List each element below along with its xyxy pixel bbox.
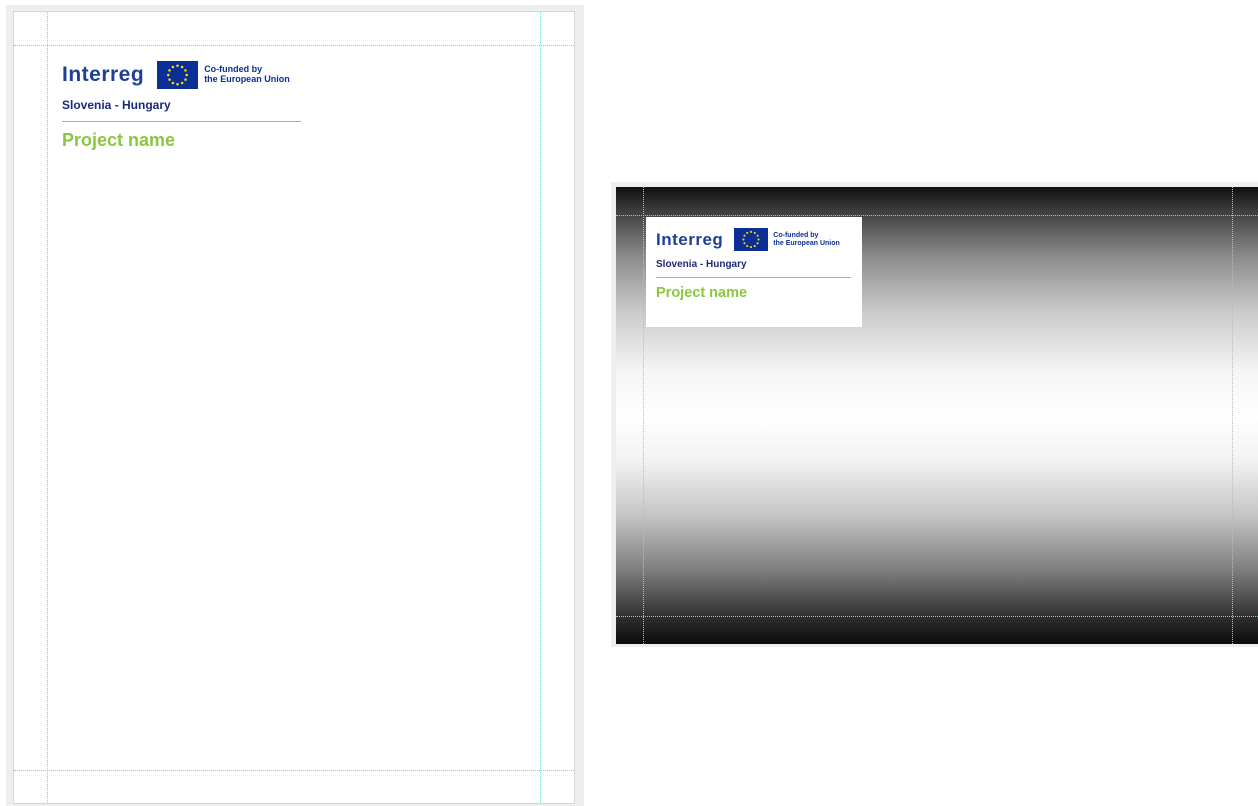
eu-star bbox=[184, 69, 187, 72]
guide-bottom bbox=[14, 770, 574, 771]
eu-flag-icon bbox=[734, 228, 769, 251]
eu-star bbox=[168, 69, 171, 72]
eu-star bbox=[754, 231, 757, 234]
eu-star bbox=[181, 81, 184, 85]
eu-star bbox=[746, 245, 749, 248]
project-name-title[interactable]: Project name bbox=[62, 130, 302, 151]
cofund-label: Co-funded by the European Union bbox=[204, 64, 290, 85]
cofund-line-2: the European Union bbox=[773, 239, 840, 247]
eu-star bbox=[176, 64, 179, 68]
logo-row: Interreg Co-funded by the European Union bbox=[62, 61, 302, 89]
eu-star bbox=[750, 246, 753, 249]
eu-star bbox=[181, 65, 184, 69]
eu-star bbox=[746, 231, 749, 234]
guide-left bbox=[643, 187, 644, 644]
region-title: Slovenia - Hungary bbox=[656, 259, 747, 270]
eu-star bbox=[168, 78, 171, 81]
logo-row: Interreg Co-funded by the European Union bbox=[656, 228, 852, 251]
guide-right bbox=[1232, 187, 1233, 644]
guide-left bbox=[47, 12, 48, 803]
guide-top bbox=[14, 45, 574, 46]
canvas: Interreg Co-funded by the European Union… bbox=[0, 0, 1258, 806]
eu-star bbox=[742, 238, 745, 241]
eu-star bbox=[743, 242, 746, 245]
eu-star bbox=[171, 81, 175, 85]
header-divider bbox=[656, 277, 851, 278]
eu-star bbox=[754, 245, 757, 248]
eu-star bbox=[184, 78, 187, 81]
landscape-page[interactable]: Interreg Co-funded by the European Union… bbox=[616, 187, 1258, 644]
landscape-header-card[interactable]: Interreg Co-funded by the European Union… bbox=[646, 217, 862, 327]
interreg-logo-text: Interreg bbox=[62, 63, 145, 86]
portrait-page[interactable]: Interreg Co-funded by the European Union… bbox=[13, 11, 575, 804]
eu-star bbox=[756, 242, 759, 245]
portrait-header: Interreg Co-funded by the European Union… bbox=[62, 61, 302, 151]
header-divider bbox=[62, 121, 301, 122]
guide-bottom bbox=[616, 616, 1258, 617]
landscape-header: Interreg Co-funded by the European Union… bbox=[656, 228, 852, 301]
guide-right bbox=[540, 12, 541, 803]
eu-flag-icon bbox=[157, 61, 199, 89]
cofund-line-2: the European Union bbox=[204, 74, 290, 84]
cofund-line-1: Co-funded by bbox=[773, 231, 819, 239]
region-title: Slovenia - Hungary bbox=[62, 98, 171, 112]
eu-star bbox=[743, 234, 746, 237]
cofund-label: Co-funded by the European Union bbox=[773, 232, 840, 247]
interreg-logo-text: Interreg bbox=[656, 229, 724, 249]
eu-star bbox=[756, 234, 759, 237]
eu-star bbox=[750, 230, 753, 233]
eu-star bbox=[167, 73, 170, 77]
eu-star bbox=[171, 65, 175, 69]
eu-star bbox=[176, 82, 179, 86]
guide-top bbox=[616, 215, 1258, 216]
eu-star bbox=[185, 73, 189, 77]
project-name-title[interactable]: Project name bbox=[656, 285, 852, 301]
eu-star bbox=[757, 238, 760, 241]
